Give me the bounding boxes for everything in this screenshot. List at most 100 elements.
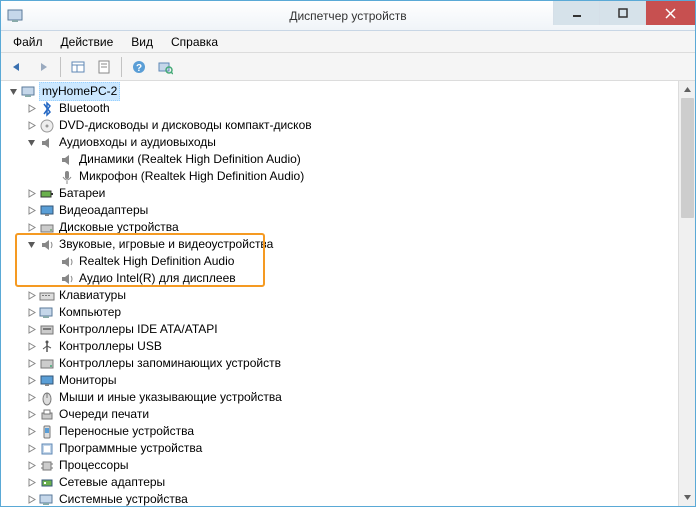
node-label: Процессоры [59,457,129,474]
tree-root[interactable]: myHomePC-2 [5,83,693,100]
tree-sound-intel[interactable]: Аудио Intel(R) для дисплеев [5,270,693,287]
expand-spacer [45,171,57,183]
tree-dvd[interactable]: DVD-дисководы и дисководы компакт-дисков [5,117,693,134]
tree-monitor[interactable]: Мониторы [5,372,693,389]
tree-computer[interactable]: Компьютер [5,304,693,321]
tree-keyboard[interactable]: Клавиатуры [5,287,693,304]
menu-view[interactable]: Вид [123,33,161,51]
expand-icon[interactable] [25,222,37,234]
minimize-button[interactable] [553,1,599,25]
expand-icon[interactable] [25,392,37,404]
collapse-icon[interactable] [25,137,37,149]
node-label: Программные устройства [59,440,202,457]
storage-icon [39,356,55,372]
scrollbar[interactable] [678,81,695,506]
tree-portable[interactable]: Переносные устройства [5,423,693,440]
expand-icon[interactable] [25,409,37,421]
printer-icon [39,407,55,423]
node-label: Батареи [59,185,105,202]
collapse-icon[interactable] [25,239,37,251]
help-button[interactable]: ? [127,56,151,78]
node-label: Контроллеры USB [59,338,162,355]
tree-video[interactable]: Видеоадаптеры [5,202,693,219]
node-label: Динамики (Realtek High Definition Audio) [79,151,301,168]
tree-system[interactable]: Системные устройства [5,491,693,506]
maximize-button[interactable] [599,1,645,25]
tree-audio-inout[interactable]: Аудиовходы и аудиовыходы [5,134,693,151]
display-icon [39,203,55,219]
menu-file[interactable]: Файл [5,33,51,51]
tree-audio-speakers[interactable]: Динамики (Realtek High Definition Audio) [5,151,693,168]
expand-icon[interactable] [25,205,37,217]
tree-network[interactable]: Сетевые адаптеры [5,474,693,491]
tree-bluetooth[interactable]: Bluetooth [5,100,693,117]
menubar: Файл Действие Вид Справка [1,31,695,53]
battery-icon [39,186,55,202]
tree-sound-realtek[interactable]: Realtek High Definition Audio [5,253,693,270]
computer-icon [21,84,37,100]
tree-ide[interactable]: Контроллеры IDE ATA/ATAPI [5,321,693,338]
forward-button[interactable] [31,56,55,78]
scroll-up-icon[interactable] [679,81,695,98]
tree-mouse[interactable]: Мыши и иные указывающие устройства [5,389,693,406]
expand-icon[interactable] [25,290,37,302]
tree-audio-mic[interactable]: Микрофон (Realtek High Definition Audio) [5,168,693,185]
tree-software[interactable]: Программные устройства [5,440,693,457]
software-icon [39,441,55,457]
scan-button[interactable] [153,56,177,78]
tree-disk[interactable]: Дисковые устройства [5,219,693,236]
tree-sound[interactable]: Звуковые, игровые и видеоустройства [5,236,693,253]
toolbar-sep [60,57,61,77]
collapse-icon[interactable] [7,86,19,98]
toolbar: ? [1,53,695,81]
expand-spacer [45,154,57,166]
expand-icon[interactable] [25,494,37,506]
tree-print[interactable]: Очереди печати [5,406,693,423]
node-label: Клавиатуры [59,287,126,304]
speaker-icon [59,271,75,287]
disc-icon [39,118,55,134]
speaker-icon [39,135,55,151]
expand-icon[interactable] [25,443,37,455]
menu-action[interactable]: Действие [53,33,122,51]
node-label: Видеоадаптеры [59,202,148,219]
close-button[interactable] [645,1,695,25]
expand-icon[interactable] [25,188,37,200]
tree-cpu[interactable]: Процессоры [5,457,693,474]
scroll-thumb[interactable] [681,98,694,218]
root-label: myHomePC-2 [39,82,120,101]
node-label: Звуковые, игровые и видеоустройства [59,236,273,253]
usb-icon [39,339,55,355]
expand-icon[interactable] [25,426,37,438]
node-label: Компьютер [59,304,121,321]
node-label: Системные устройства [59,491,188,506]
node-label: Дисковые устройства [59,219,179,236]
tree-usb[interactable]: Контроллеры USB [5,338,693,355]
expand-icon[interactable] [25,103,37,115]
expand-icon[interactable] [25,358,37,370]
scroll-down-icon[interactable] [679,489,695,506]
expand-icon[interactable] [25,477,37,489]
expand-icon[interactable] [25,120,37,132]
monitor-icon [39,373,55,389]
menu-help[interactable]: Справка [163,33,226,51]
show-hidden-button[interactable] [66,56,90,78]
expand-icon[interactable] [25,460,37,472]
portable-icon [39,424,55,440]
expand-spacer [45,273,57,285]
expand-icon[interactable] [25,324,37,336]
window-buttons [553,1,695,30]
expand-icon[interactable] [25,341,37,353]
expand-spacer [45,256,57,268]
node-label: Сетевые адаптеры [59,474,165,491]
tree-storage[interactable]: Контроллеры запоминающих устройств [5,355,693,372]
back-button[interactable] [5,56,29,78]
node-label: Очереди печати [59,406,149,423]
node-label: Bluetooth [59,100,110,117]
expand-icon[interactable] [25,307,37,319]
expand-icon[interactable] [25,375,37,387]
device-tree[interactable]: myHomePC-2 Bluetooth DVD-дисководы и дис… [1,81,695,506]
properties-button[interactable] [92,56,116,78]
tree-battery[interactable]: Батареи [5,185,693,202]
mouse-icon [39,390,55,406]
